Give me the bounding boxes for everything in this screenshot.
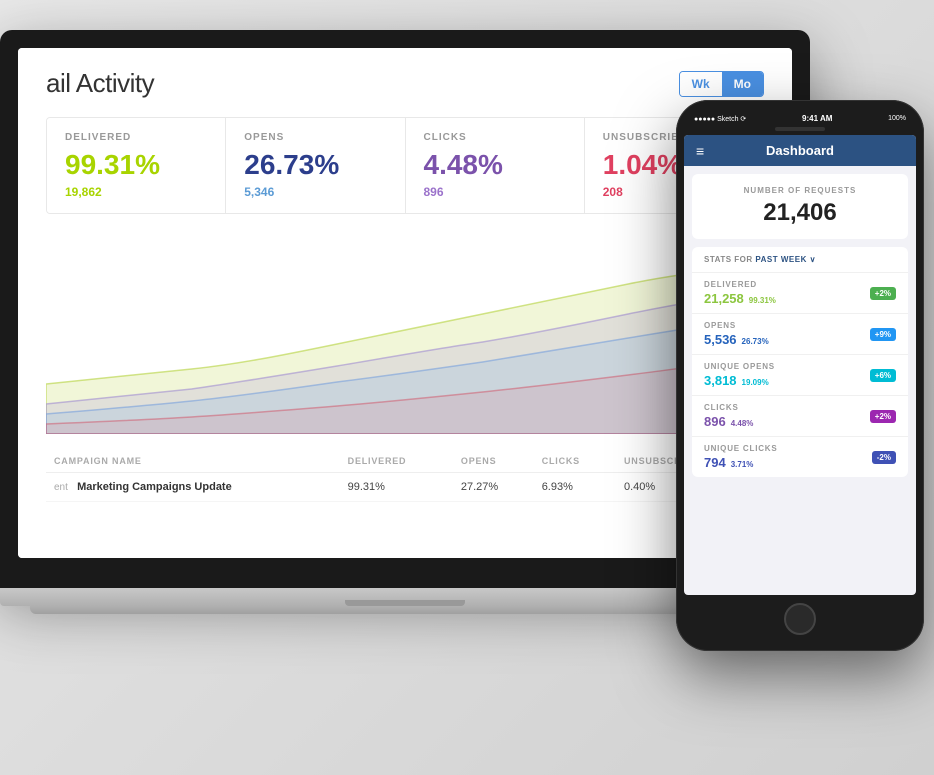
campaign-delivered: 99.31% — [340, 473, 453, 502]
chart-area — [46, 234, 764, 434]
campaign-name: Marketing Campaigns Update — [77, 481, 232, 493]
col-header-opens: OPENS — [453, 450, 534, 473]
stat-sub-opens: 5,346 — [244, 185, 386, 199]
period-toggle[interactable]: Wk Mo — [679, 71, 764, 97]
phone-stat-clicks: CLICKS 896 4.48% +2% — [692, 395, 908, 436]
scene: ail Activity Wk Mo DELIVERED 99.31% 19,8… — [0, 0, 934, 775]
phone-stat-unique-opens-info: UNIQUE OPENS 3,818 19.09% — [704, 362, 775, 388]
phone-stats-header: STATS FOR PAST WEEK ∨ — [692, 247, 908, 272]
phone-badge-delivered: +2% — [870, 287, 896, 300]
laptop-foot — [30, 606, 780, 614]
phone-signal: ●●●●● Sketch ⟳ — [694, 115, 746, 123]
campaign-prefix: ent — [54, 482, 68, 493]
phone-stat-pct-unique-clicks: 3.71% — [731, 460, 754, 469]
phone-stat-pct-opens: 26.73% — [742, 337, 769, 346]
toggle-wk-button[interactable]: Wk — [680, 72, 722, 96]
request-label: NUMBER OF REQUESTS — [706, 186, 894, 195]
phone-request-card: NUMBER OF REQUESTS 21,406 — [692, 174, 908, 239]
col-header-clicks: CLICKS — [534, 450, 616, 473]
phone-stat-delivered-info: DELIVERED 21,258 99.31% — [704, 280, 776, 306]
col-header-delivered: DELIVERED — [340, 450, 453, 473]
phone-stats-section: STATS FOR PAST WEEK ∨ DELIVERED 21,258 9… — [692, 247, 908, 477]
stat-label-opens: OPENS — [244, 132, 386, 143]
campaign-opens: 27.27% — [453, 473, 534, 502]
phone-screen: ≡ Dashboard NUMBER OF REQUESTS 21,406 ST… — [684, 135, 916, 595]
phone-stat-delivered: DELIVERED 21,258 99.31% +2% — [692, 272, 908, 313]
stat-card-clicks: CLICKS 4.48% 896 — [406, 118, 585, 213]
chart-svg — [46, 234, 764, 434]
phone-stat-name-unique-opens: UNIQUE OPENS — [704, 362, 775, 371]
stat-value-opens: 26.73% — [244, 149, 386, 181]
stat-card-opens: OPENS 26.73% 5,346 — [226, 118, 405, 213]
phone-badge-clicks: +2% — [870, 410, 896, 423]
phone-stat-name-opens: OPENS — [704, 321, 769, 330]
phone-nav-title: Dashboard — [766, 143, 834, 158]
phone-stat-opens: OPENS 5,536 26.73% +9% — [692, 313, 908, 354]
phone-stat-val-opens: 5,536 — [704, 332, 737, 347]
stats-row: DELIVERED 99.31% 19,862 OPENS 26.73% 5,3… — [46, 117, 764, 214]
phone-stat-clicks-info: CLICKS 896 4.48% — [704, 403, 753, 429]
phone-navbar: ≡ Dashboard — [684, 135, 916, 166]
phone-stat-val-clicks: 896 — [704, 414, 726, 429]
phone-content: NUMBER OF REQUESTS 21,406 STATS FOR PAST… — [684, 174, 916, 477]
phone-stat-unique-opens: UNIQUE OPENS 3,818 19.09% +6% — [692, 354, 908, 395]
phone-badge-unique-clicks: -2% — [872, 451, 896, 464]
phone-bottom — [684, 595, 916, 639]
phone-stat-val-unique-clicks: 794 — [704, 455, 726, 470]
stats-period[interactable]: PAST WEEK ∨ — [755, 255, 816, 264]
phone-stat-val-delivered: 21,258 — [704, 291, 744, 306]
phone-stat-pct-unique-opens: 19.09% — [742, 378, 769, 387]
phone-badge-opens: +9% — [870, 328, 896, 341]
phone-stat-name-clicks: CLICKS — [704, 403, 753, 412]
request-value: 21,406 — [706, 199, 894, 227]
phone-stat-unique-clicks: UNIQUE CLICKS 794 3.71% -2% — [692, 436, 908, 477]
phone-stat-pct-clicks: 4.48% — [731, 419, 754, 428]
stat-card-delivered: DELIVERED 99.31% 19,862 — [47, 118, 226, 213]
page-title: ail Activity — [46, 68, 154, 99]
stat-value-clicks: 4.48% — [424, 149, 566, 181]
hamburger-icon[interactable]: ≡ — [696, 143, 704, 159]
phone-stat-name-unique-clicks: UNIQUE CLICKS — [704, 444, 778, 453]
stat-sub-delivered: 19,862 — [65, 185, 207, 199]
phone-stat-opens-info: OPENS 5,536 26.73% — [704, 321, 769, 347]
phone-speaker — [775, 127, 825, 131]
phone-home-button[interactable] — [784, 603, 816, 635]
campaign-name-cell: ent Marketing Campaigns Update — [46, 473, 340, 502]
stat-label-delivered: DELIVERED — [65, 132, 207, 143]
stat-sub-clicks: 896 — [424, 185, 566, 199]
phone-battery: 100% — [888, 115, 906, 122]
phone-time: 9:41 AM — [802, 114, 832, 123]
campaign-table: CAMPAIGN NAME DELIVERED OPENS CLICKS UNS… — [46, 450, 764, 502]
phone-outer: ●●●●● Sketch ⟳ 9:41 AM 100% ≡ Dashboard … — [676, 100, 924, 651]
table-row: ent Marketing Campaigns Update 99.31% 27… — [46, 473, 764, 502]
campaign-clicks: 6.93% — [534, 473, 616, 502]
stat-value-delivered: 99.31% — [65, 149, 207, 181]
stat-label-clicks: CLICKS — [424, 132, 566, 143]
phone-stat-name-delivered: DELIVERED — [704, 280, 776, 289]
screen-header: ail Activity Wk Mo — [46, 68, 764, 99]
phone-status-bar: ●●●●● Sketch ⟳ 9:41 AM 100% — [684, 112, 916, 127]
phone: ●●●●● Sketch ⟳ 9:41 AM 100% ≡ Dashboard … — [676, 100, 924, 651]
phone-stat-pct-delivered: 99.31% — [749, 296, 776, 305]
toggle-mo-button[interactable]: Mo — [722, 72, 763, 96]
phone-stat-unique-clicks-info: UNIQUE CLICKS 794 3.71% — [704, 444, 778, 470]
phone-stat-val-unique-opens: 3,818 — [704, 373, 737, 388]
phone-badge-unique-opens: +6% — [870, 369, 896, 382]
col-header-campaign: CAMPAIGN NAME — [46, 450, 340, 473]
